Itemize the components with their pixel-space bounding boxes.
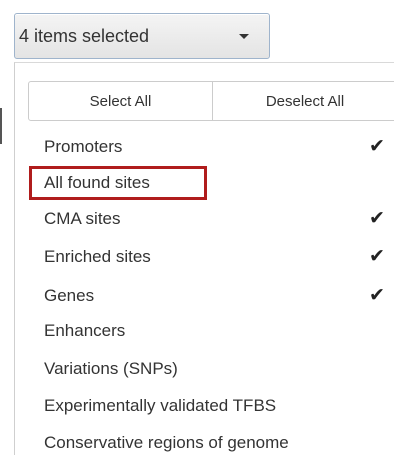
menu-left-edge	[0, 108, 2, 144]
checkmark-icon: ✔	[369, 208, 385, 229]
menu-item-enhancers[interactable]: Enhancers	[44, 316, 394, 346]
deselect-all-button[interactable]: Deselect All	[213, 82, 394, 120]
menu-item-enriched-sites[interactable]: Enriched sites	[44, 242, 394, 272]
select-actions-group: Select All Deselect All	[28, 81, 394, 121]
menu-item-variations-snps[interactable]: Variations (SNPs)	[44, 354, 394, 384]
menu-item-experimentally-validated-tfbs[interactable]: Experimentally validated TFBS	[44, 391, 394, 421]
checkmark-icon: ✔	[369, 136, 385, 157]
menu-item-cma-sites[interactable]: CMA sites	[44, 204, 394, 234]
page: 4 items selected Select All Deselect All…	[0, 0, 394, 455]
select-all-button[interactable]: Select All	[29, 82, 213, 120]
caret-down-icon	[239, 34, 249, 39]
menu-item-conservative-regions[interactable]: Conservative regions of genome	[44, 428, 394, 455]
selected-count-label: 4 items selected	[19, 26, 150, 46]
menu-item-genes[interactable]: Genes	[44, 281, 394, 311]
highlight-annotation-box	[29, 166, 207, 200]
menu-item-promoters[interactable]: Promoters	[44, 132, 394, 162]
checkmark-icon: ✔	[369, 285, 385, 306]
checkmark-icon: ✔	[369, 246, 385, 267]
multiselect-toggle-button[interactable]: 4 items selected	[14, 13, 270, 59]
